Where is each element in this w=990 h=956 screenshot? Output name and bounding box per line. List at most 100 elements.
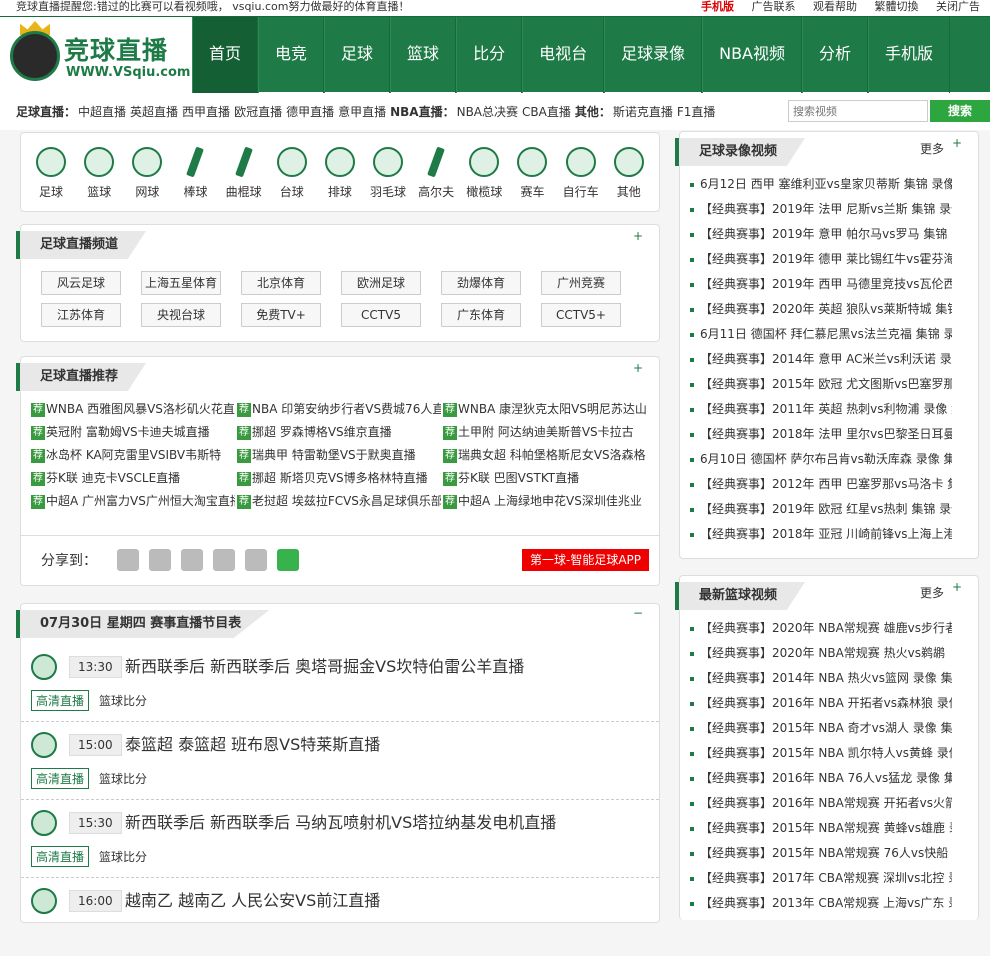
match-title[interactable]: 越南乙 越南乙 人民公安VS前江直播	[125, 890, 380, 912]
share-plus-icon[interactable]	[117, 548, 139, 571]
list-item[interactable]: 荐瑞典甲 特雷勒堡VS于默奥直播	[237, 447, 441, 464]
list-item[interactable]: 【经典赛事】2015年 NBA常规赛 黄蜂vs雄鹿 录像	[690, 816, 952, 841]
sport-badminton[interactable]: 羽毛球	[366, 147, 410, 211]
nav-football[interactable]: 足球	[324, 17, 391, 93]
mobile-link[interactable]: 手机版	[701, 0, 734, 13]
list-item[interactable]: 荐芬K联 巴图VSTKT直播	[443, 470, 647, 487]
link-csl[interactable]: 中超直播	[78, 103, 126, 120]
renren-icon[interactable]	[245, 548, 267, 571]
sport-billiards[interactable]: 台球	[270, 147, 314, 211]
share-star-icon[interactable]	[149, 548, 171, 571]
list-item[interactable]: 荐冰岛杯 KA阿克雷里VSIBV韦斯特	[31, 447, 235, 464]
nav-nba-video[interactable]: NBA视频	[702, 17, 803, 93]
wechat-icon[interactable]	[277, 548, 299, 571]
link-snooker[interactable]: 斯诺克直播	[613, 103, 673, 120]
sport-tennis[interactable]: 网球	[125, 147, 169, 211]
link-f1[interactable]: F1直播	[677, 103, 716, 120]
score-link[interactable]: 篮球比分	[99, 770, 147, 787]
list-item[interactable]: 【经典赛事】2018年 亚冠 川崎前锋vs上海上港	[690, 522, 952, 547]
list-item[interactable]: 【经典赛事】2019年 德甲 莱比锡红牛vs霍芬海姆	[690, 247, 952, 272]
hd-live-link[interactable]: 高清直播	[31, 768, 90, 789]
hd-live-link[interactable]: 高清直播	[31, 846, 90, 867]
table-row[interactable]: 16:00 越南乙 越南乙 人民公安VS前江直播	[21, 878, 659, 956]
channel-button[interactable]: 免费TV+	[241, 303, 321, 327]
list-item[interactable]: 荐瑞典女超 科帕堡格斯尼女VS洛森格	[443, 447, 647, 464]
channel-button[interactable]: 广东体育	[441, 303, 521, 327]
list-item[interactable]: 6月12日 西甲 塞维利亚vs皇家贝蒂斯 集锦 录像	[690, 172, 952, 197]
list-item[interactable]: 6月10日 德国杯 萨尔布吕肯vs勒沃库森 录像 集锦	[690, 447, 952, 472]
hd-live-link[interactable]: 高清直播	[31, 690, 90, 711]
help-link[interactable]: 观看帮助	[813, 0, 857, 13]
list-item[interactable]: 【经典赛事】2011年 英超 热刺vs利物浦 录像 集锦	[690, 397, 952, 422]
sport-hockey[interactable]: 曲棍球	[222, 146, 266, 211]
list-item[interactable]: 【经典赛事】2020年 英超 狼队vs莱斯特城 集锦	[690, 297, 952, 322]
channel-button[interactable]: 广州竞赛	[541, 271, 621, 295]
channel-button[interactable]: CCTV5+	[541, 303, 621, 327]
sport-basketball[interactable]: 篮球	[77, 147, 121, 211]
nav-esports[interactable]: 电竞	[258, 17, 325, 93]
list-item[interactable]: 荐英冠附 富勒姆VS卡迪夫城直播	[31, 424, 235, 441]
table-row[interactable]: 13:30 新西联季后 新西联季后 奥塔哥掘金VS坎特伯雷公羊直播 高清直播 篮…	[21, 644, 659, 722]
search-input[interactable]	[788, 100, 928, 122]
site-logo[interactable]: 竞球直播 WWW.VSqiu.com	[0, 17, 192, 93]
list-item[interactable]: 【经典赛事】2015年 欧冠 尤文图斯vs巴塞罗那	[690, 372, 952, 397]
link-ucl[interactable]: 欧冠直播	[234, 103, 282, 120]
list-item[interactable]: 【经典赛事】2014年 NBA 热火vs篮网 录像 集锦	[690, 666, 952, 691]
expand-icon[interactable]: +	[952, 136, 962, 150]
sport-football[interactable]: 足球	[29, 147, 73, 211]
link-epl[interactable]: 英超直播	[130, 103, 178, 120]
channel-button[interactable]: 欧洲足球	[341, 271, 421, 295]
list-item[interactable]: 【经典赛事】2017年 CBA常规赛 深圳vs北控 录像	[690, 866, 952, 891]
list-item[interactable]: 荐土甲附 阿达纳迪美斯普VS卡拉古	[443, 424, 647, 441]
table-row[interactable]: 15:30 新西联季后 新西联季后 马纳瓦喷射机VS塔拉纳基发电机直播 高清直播…	[21, 800, 659, 878]
match-title[interactable]: 新西联季后 新西联季后 马纳瓦喷射机VS塔拉纳基发电机直播	[125, 812, 556, 834]
nav-analysis[interactable]: 分析	[802, 17, 869, 93]
sport-cycling[interactable]: 自行车	[559, 147, 603, 211]
channel-button[interactable]: 劲爆体育	[441, 271, 521, 295]
expand-icon[interactable]: +	[633, 229, 643, 243]
list-item[interactable]: 【经典赛事】2018年 法甲 里尔vs巴黎圣日耳曼	[690, 422, 952, 447]
list-item[interactable]: 【经典赛事】2019年 意甲 帕尔马vs罗马 集锦 录像	[690, 222, 952, 247]
list-item[interactable]: 【经典赛事】2019年 西甲 马德里竞技vs瓦伦西亚	[690, 272, 952, 297]
ad-contact-link[interactable]: 广告联系	[752, 0, 796, 13]
sport-racing[interactable]: 赛车	[510, 147, 554, 211]
score-link[interactable]: 篮球比分	[99, 692, 147, 709]
traditional-chinese-link[interactable]: 繁體切換	[875, 0, 919, 13]
list-item[interactable]: 荐芬K联 迪克卡VSCLE直播	[31, 470, 235, 487]
link-seriea[interactable]: 意甲直播	[338, 103, 386, 120]
link-bundesliga[interactable]: 德甲直播	[286, 103, 334, 120]
collapse-icon[interactable]: −	[633, 606, 643, 620]
channel-button[interactable]: 江苏体育	[41, 303, 121, 327]
app-download-button[interactable]: 第一球-智能足球APP	[521, 548, 649, 571]
channel-button[interactable]: 上海五星体育	[141, 271, 221, 295]
match-title[interactable]: 新西联季后 新西联季后 奥塔哥掘金VS坎特伯雷公羊直播	[125, 656, 524, 678]
list-item[interactable]: 【经典赛事】2015年 NBA 凯尔特人vs黄蜂 录像	[690, 741, 952, 766]
list-item[interactable]: 【经典赛事】2019年 欧冠 红星vs热刺 集锦 录像	[690, 497, 952, 522]
pinterest-icon[interactable]	[213, 548, 235, 571]
list-item[interactable]: 【经典赛事】2016年 NBA 76人vs猛龙 录像 集锦	[690, 766, 952, 791]
match-title[interactable]: 泰篮超 泰篮超 班布恩VS特莱斯直播	[125, 734, 380, 756]
list-item[interactable]: 【经典赛事】2015年 NBA 奇才vs湖人 录像 集锦	[690, 716, 952, 741]
sport-volleyball[interactable]: 排球	[318, 147, 362, 211]
close-ad-link[interactable]: 关闭广告	[936, 0, 980, 13]
score-link[interactable]: 篮球比分	[99, 848, 147, 865]
weibo-icon[interactable]	[181, 548, 203, 571]
list-item[interactable]: 荐挪超 斯塔贝克VS博多格林特直播	[237, 470, 441, 487]
sport-other[interactable]: 其他	[607, 147, 651, 211]
sport-baseball[interactable]: 棒球	[173, 146, 217, 211]
link-laliga[interactable]: 西甲直播	[182, 103, 230, 120]
list-item[interactable]: 荐老挝超 埃兹拉FCVS永昌足球俱乐部	[237, 493, 441, 510]
link-nba-finals[interactable]: NBA总决赛	[457, 103, 518, 120]
list-item[interactable]: 【经典赛事】2020年 NBA常规赛 热火vs鹈鹕	[690, 641, 952, 666]
nav-basketball[interactable]: 篮球	[390, 17, 457, 93]
link-cba[interactable]: CBA直播	[522, 103, 571, 120]
nav-scores[interactable]: 比分	[456, 17, 523, 93]
expand-icon[interactable]: +	[952, 580, 962, 594]
channel-button[interactable]: 风云足球	[41, 271, 121, 295]
channel-button[interactable]: 北京体育	[241, 271, 321, 295]
search-button[interactable]: 搜索	[930, 100, 990, 122]
list-item[interactable]: 6月11日 德国杯 拜仁慕尼黑vs法兰克福 集锦 录像	[690, 322, 952, 347]
list-item[interactable]: 荐挪超 罗森博格VS维京直播	[237, 424, 441, 441]
list-item[interactable]: 荐中超A 广州富力VS广州恒大淘宝直播	[31, 493, 235, 510]
list-item[interactable]: 【经典赛事】2015年 NBA常规赛 76人vs快船 录像	[690, 841, 952, 866]
